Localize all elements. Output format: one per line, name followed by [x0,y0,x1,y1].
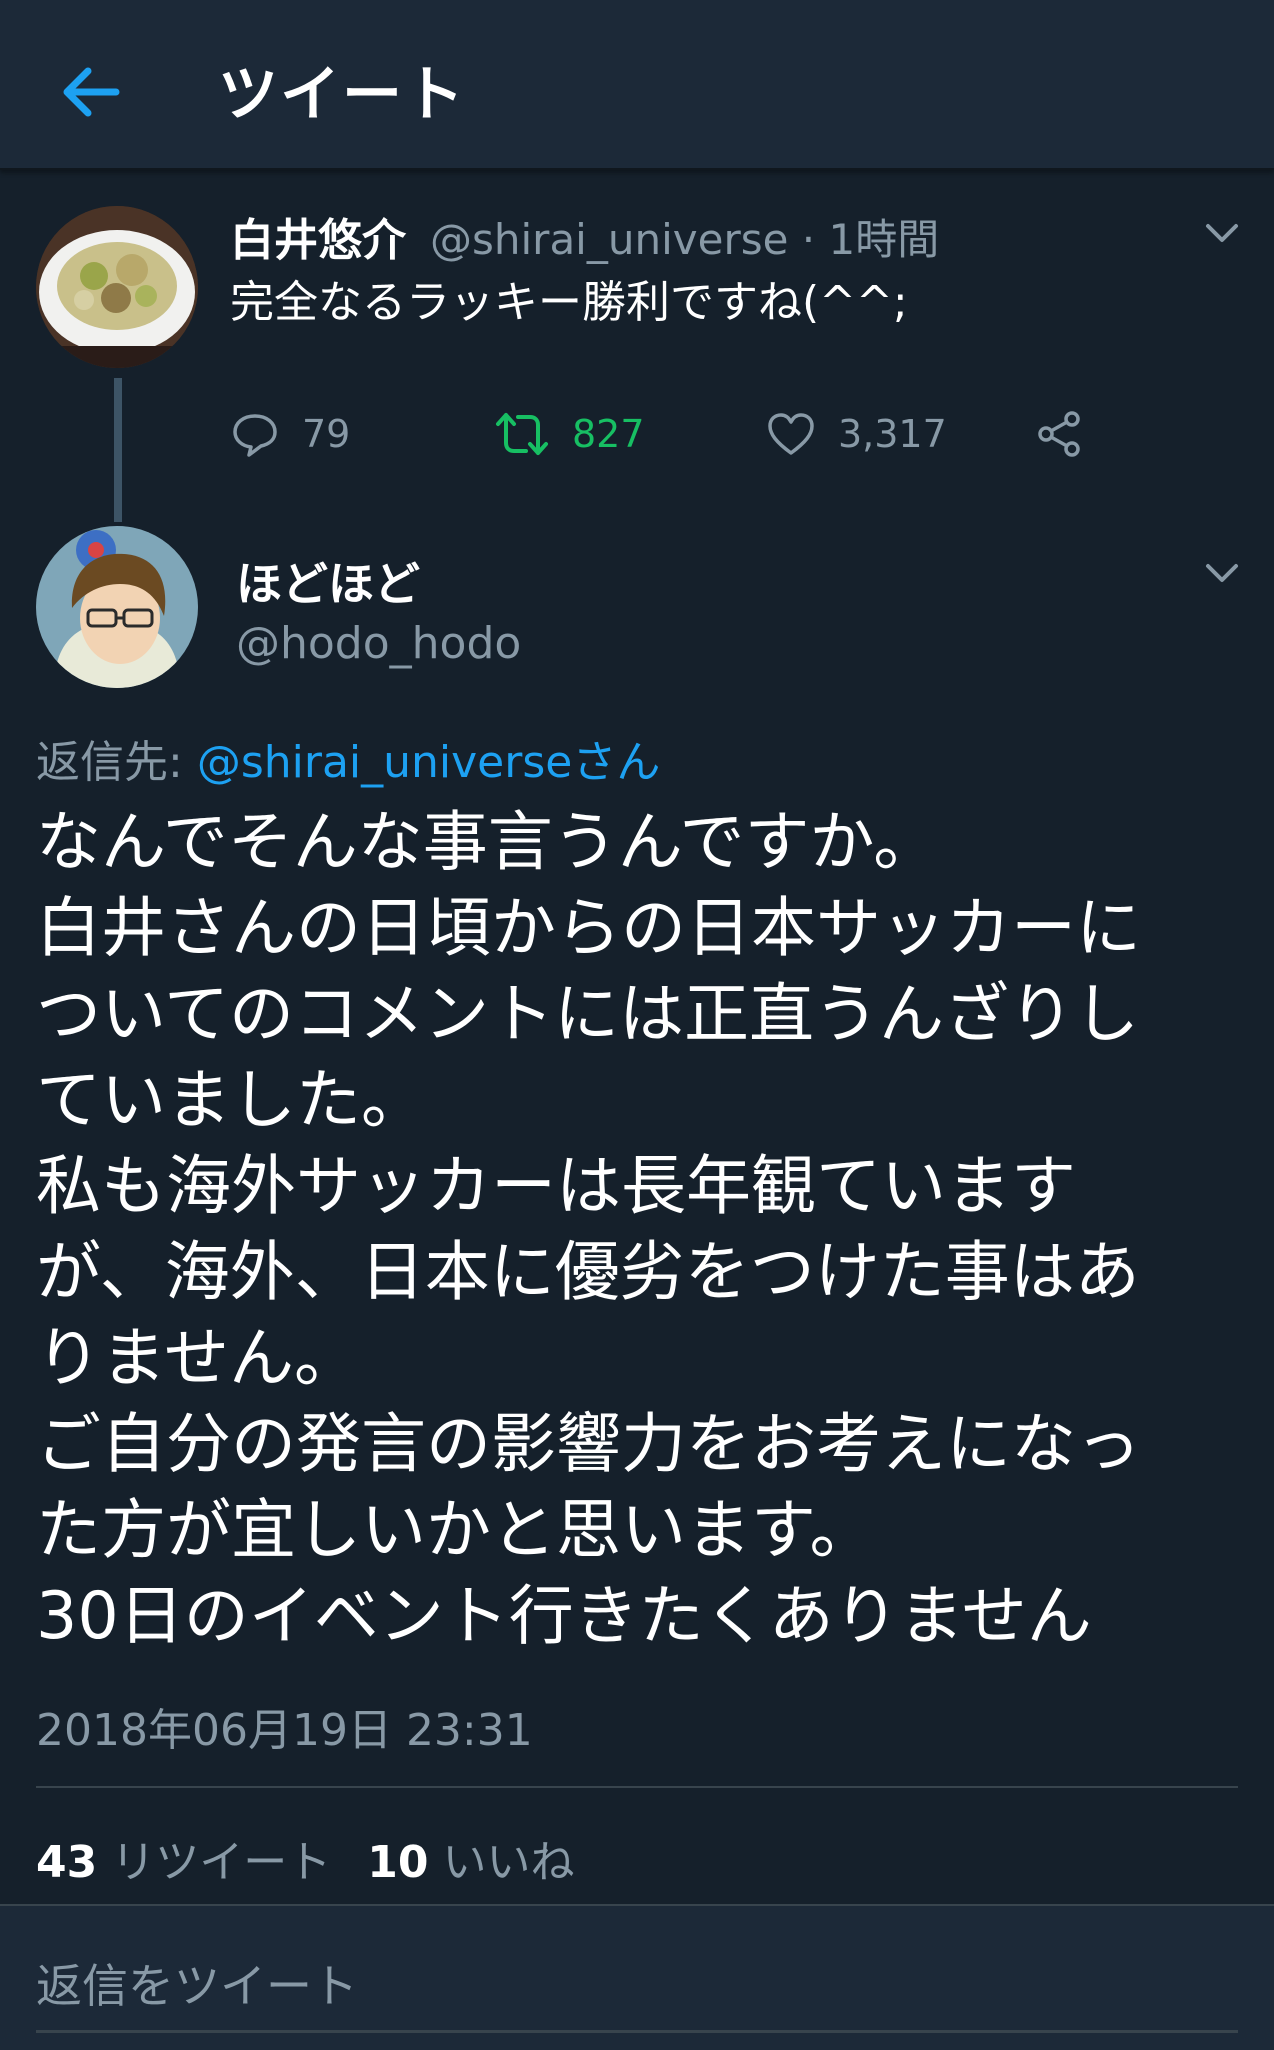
tweet-body-line: ついてのコメントには正直うんざりし [36,977,1140,1052]
like-stat[interactable]: 10 いいね [367,1837,574,1888]
parent-display-name[interactable]: 白井悠介 [230,204,406,268]
chevron-down-icon [1206,564,1238,582]
tweet-body-line: 私も海外サッカーは長年観ています [36,1149,1077,1224]
parent-tweet-text: 完全なるラッキー勝利ですね(^^; [230,277,908,328]
tweet-body-line: 白井さんの日頃からの日本サッカーに [36,891,1142,966]
author-handle[interactable]: @hodo_hodo [236,618,521,669]
top-app-bar: ツイート [0,0,1274,170]
tweet-body: なんでそんな事言うんですか。 白井さんの日頃からの日本サッカーに ついてのコメン… [36,800,1246,1660]
arrow-left-icon [63,67,120,117]
tweet-menu-button[interactable] [1200,218,1244,248]
food-plate-avatar-image [36,206,198,368]
retweet-stat[interactable]: 43 リツイート [36,1837,331,1888]
tweet-body-line: が、海外、日本に優劣をつけた事はあ [36,1235,1140,1310]
parent-handle-time: @shirai_universe · 1時間 [430,215,940,264]
reply-count: 79 [302,412,351,456]
retweet-icon [496,413,548,455]
back-button[interactable] [52,52,132,132]
reply-composer-bar: 返信をツイート [0,1904,1274,2050]
retweet-stat-count: 43 [36,1837,98,1888]
tweet-body-line: なんでそんな事言うんですか。 [36,805,939,880]
reply-to-mention-link[interactable]: @shirai_universeさん [197,737,661,788]
heart-icon [768,413,814,455]
retweet-stat-label: リツイート [111,1837,332,1888]
page-title: ツイート [218,60,466,130]
reply-to-prefix: 返信先: [36,737,197,788]
like-stat-label: いいね [442,1837,575,1888]
retweet-button[interactable]: 827 [494,404,645,464]
like-button[interactable]: 3,317 [766,404,947,464]
reply-input-underline [36,2030,1238,2033]
thread-connector-line [114,378,122,522]
reply-to-line: 返信先: @shirai_universeさん [36,726,660,790]
divider [36,1786,1238,1788]
tweet-body-line: ていました。 [36,1063,427,1138]
tweet-body-line: ご自分の発言の影響力をお考えになっ [36,1407,1142,1482]
share-button[interactable] [1034,404,1084,464]
tweet-timestamp: 2018年06月19日 23:31 [36,1705,533,1756]
tweet-body-line: りません。 [36,1321,360,1396]
tweet-menu-button[interactable] [1200,558,1244,588]
tweet-body-line: た方が宜しいかと思います。 [36,1493,875,1568]
avatar[interactable] [36,206,198,368]
reply-input[interactable]: 返信をツイート [36,1950,358,2016]
like-count: 3,317 [838,412,947,456]
anime-character-avatar-image [36,526,198,688]
avatar[interactable] [36,526,198,688]
reply-bubble-icon [233,414,277,457]
chevron-down-icon [1206,224,1238,242]
like-stat-count: 10 [367,1837,429,1888]
reply-button[interactable]: 79 [230,404,350,464]
share-icon [1038,411,1080,457]
retweet-count: 827 [572,412,645,456]
author-display-name[interactable]: ほどほど [236,548,420,614]
engagement-stats: 43 リツイート 10 いいね [36,1826,574,1890]
tweet-body-line: 30日のイベント行きたくありません [36,1579,1092,1654]
